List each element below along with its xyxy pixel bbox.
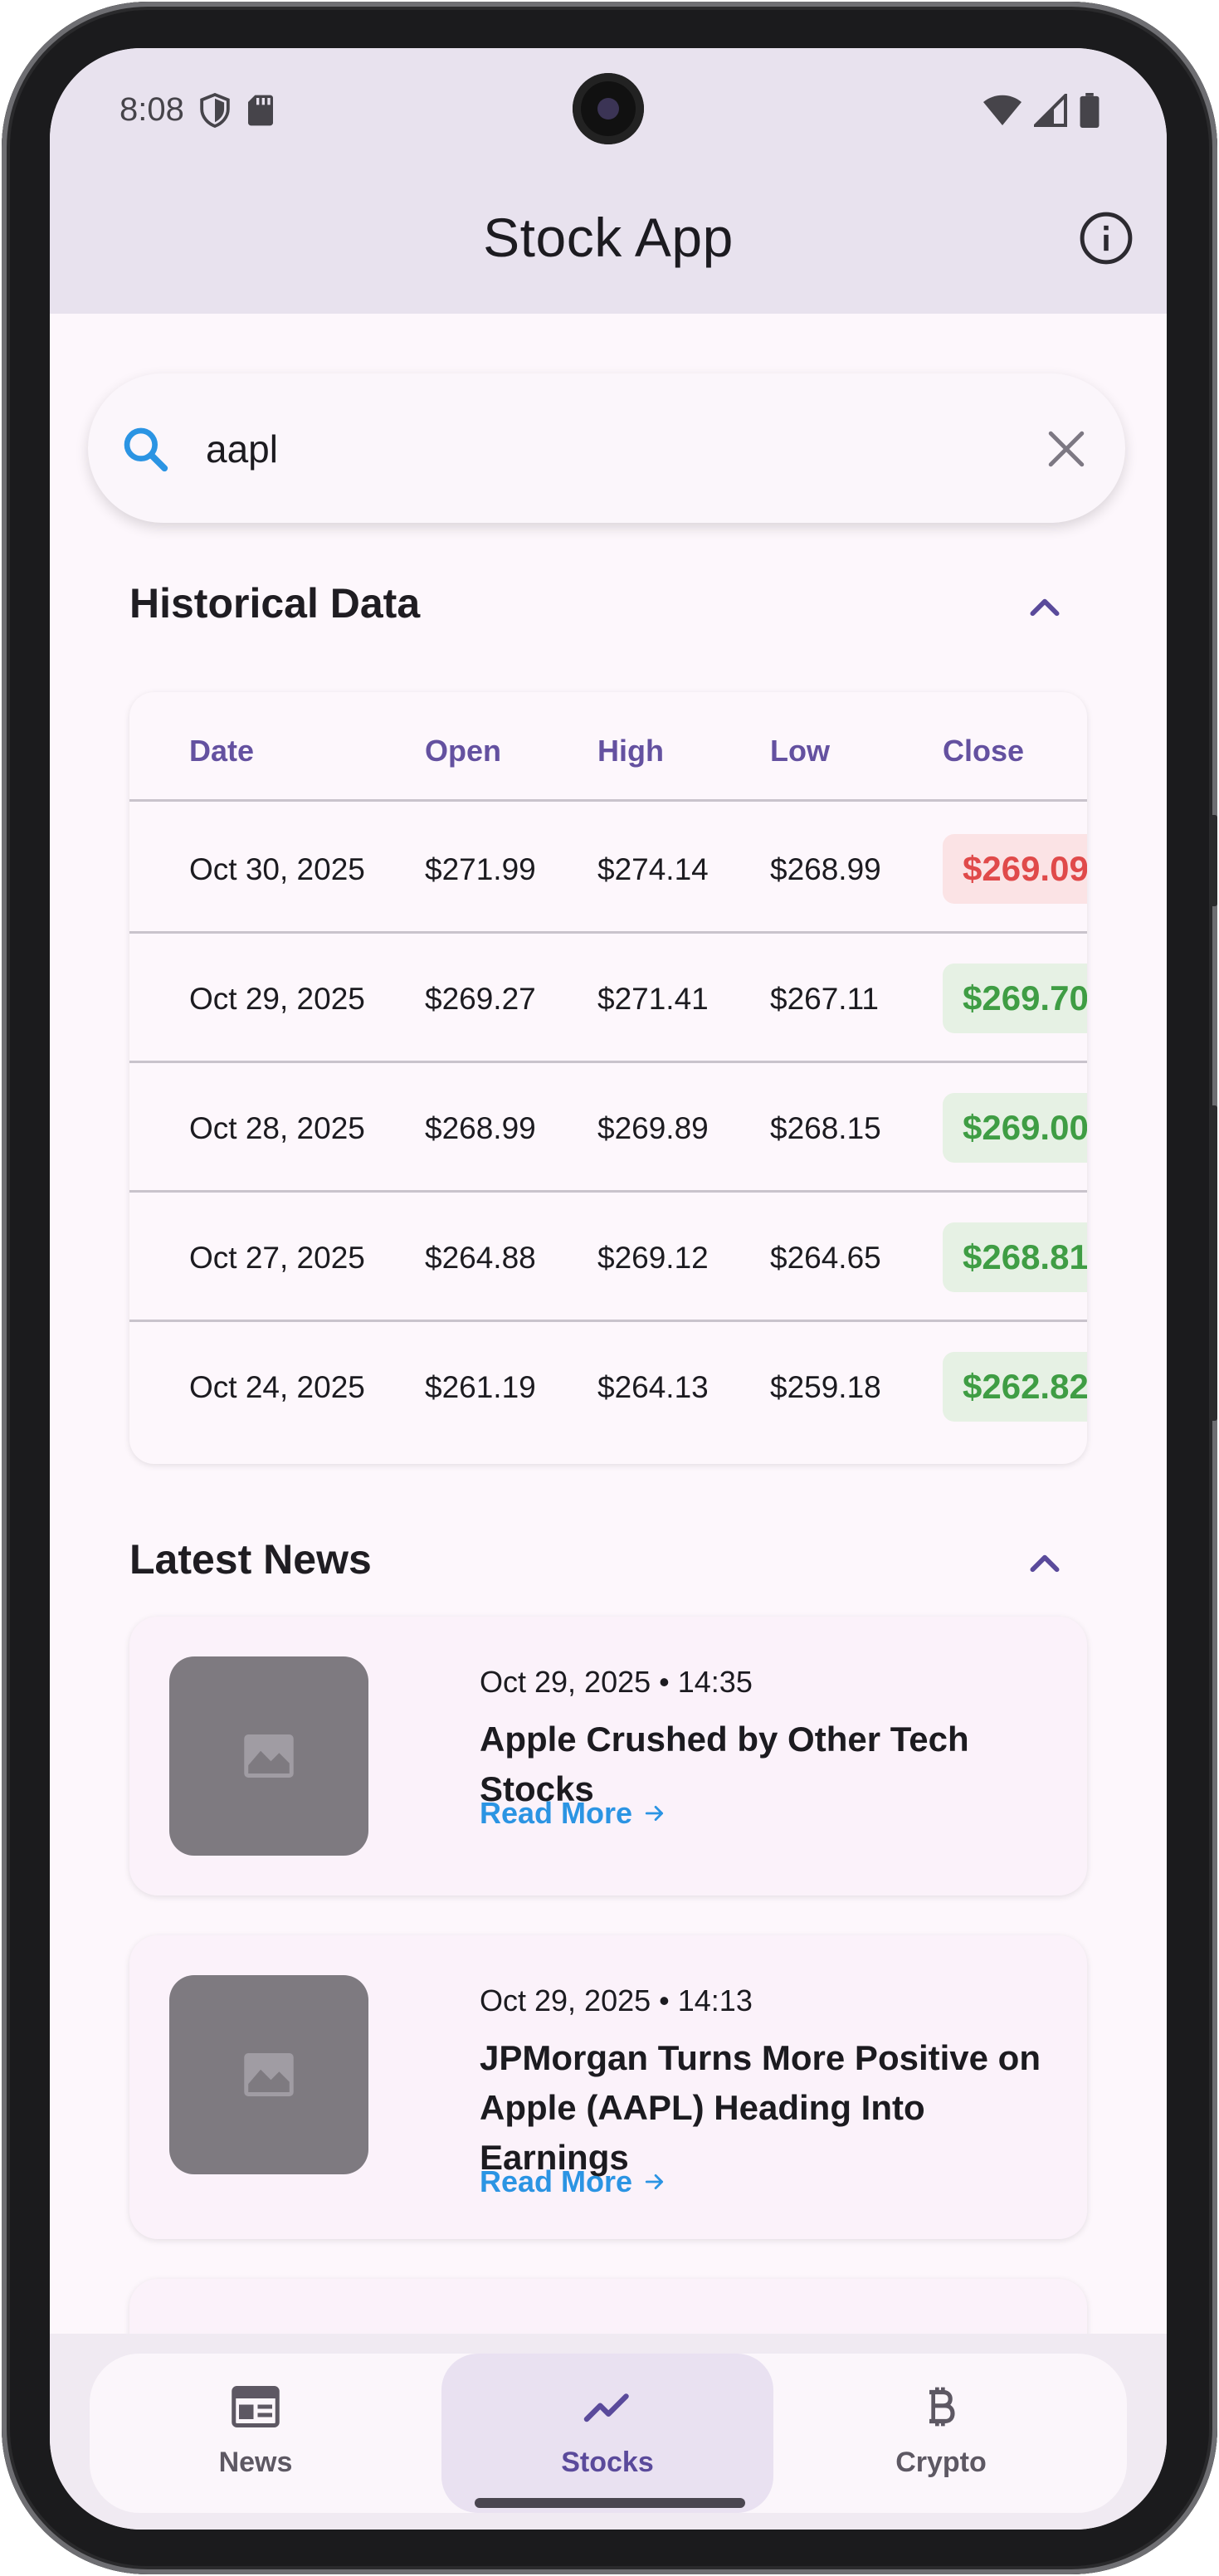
collapse-historical-icon[interactable] bbox=[1024, 588, 1065, 629]
cell-open: $271.99 bbox=[425, 852, 536, 886]
battery-icon bbox=[1080, 93, 1100, 128]
table-row: Oct 28, 2025 $268.99 $269.89 $268.15 $26… bbox=[129, 1063, 1087, 1193]
table-header: Date Open High Low Close bbox=[129, 692, 1087, 802]
news-title: Latest News bbox=[129, 1536, 372, 1583]
cell-open: $261.19 bbox=[425, 1370, 536, 1404]
search-bar bbox=[88, 373, 1125, 523]
status-time: 8:08 bbox=[119, 91, 184, 128]
cell-low: $267.11 bbox=[770, 982, 879, 1016]
wifi-icon bbox=[983, 95, 1022, 125]
cell-close-badge: $269.70 bbox=[943, 964, 1087, 1033]
cell-high: $271.41 bbox=[597, 982, 709, 1016]
news-date: Oct 29, 2025 • 14:35 bbox=[480, 1665, 753, 1699]
cell-close-badge: $268.81 bbox=[943, 1222, 1087, 1292]
cell-high: $269.89 bbox=[597, 1111, 709, 1145]
column-header-open[interactable]: Open bbox=[425, 734, 501, 768]
front-camera bbox=[573, 73, 644, 144]
app-screen: 8:08 Stock App aapl Historical Data Date… bbox=[50, 48, 1167, 2530]
read-more-label: Read More bbox=[480, 2164, 633, 2198]
news-headline: JPMorgan Turns More Positive on Apple (A… bbox=[480, 2038, 1041, 2177]
cell-high: $264.13 bbox=[597, 1370, 709, 1404]
nav-item-news[interactable]: News bbox=[90, 2354, 422, 2513]
shield-icon bbox=[200, 93, 230, 128]
historical-table: Date Open High Low Close Oct 30, 2025 $2… bbox=[129, 692, 1087, 1464]
status-icons-left bbox=[199, 93, 275, 128]
phone-frame: 8:08 Stock App aapl Historical Data Date… bbox=[2, 2, 1217, 2574]
read-more-link[interactable]: Read More bbox=[480, 2164, 666, 2199]
arrow-right-icon bbox=[645, 2174, 664, 2189]
cell-high: $274.14 bbox=[597, 852, 709, 886]
home-indicator[interactable] bbox=[475, 2498, 745, 2508]
nav-label-crypto: Crypto bbox=[895, 2447, 987, 2478]
column-header-date[interactable]: Date bbox=[189, 734, 254, 768]
nav-item-crypto[interactable]: Crypto bbox=[775, 2354, 1107, 2513]
nav-item-stocks[interactable]: Stocks bbox=[441, 2354, 773, 2513]
read-more-label: Read More bbox=[480, 1796, 633, 1830]
column-header-close[interactable]: Close bbox=[943, 734, 1024, 768]
read-more-link[interactable]: Read More bbox=[480, 1796, 666, 1831]
cell-date: Oct 30, 2025 bbox=[189, 852, 365, 886]
search-icon bbox=[124, 427, 168, 472]
news-thumbnail bbox=[169, 1656, 368, 1856]
nav-label-stocks: Stocks bbox=[561, 2447, 654, 2478]
collapse-news-icon[interactable] bbox=[1024, 1544, 1065, 1585]
table-row: Oct 27, 2025 $264.88 $269.12 $264.65 $26… bbox=[129, 1193, 1087, 1322]
cell-date: Oct 24, 2025 bbox=[189, 1370, 365, 1404]
volume-button bbox=[1209, 1105, 1217, 1421]
trending-up-icon bbox=[583, 2393, 629, 2422]
status-icons-right bbox=[983, 93, 1100, 128]
app-bar: 8:08 Stock App bbox=[50, 48, 1167, 314]
sd-card-icon bbox=[248, 95, 273, 126]
bottom-nav: News Stocks Crypto bbox=[90, 2354, 1127, 2513]
cell-high: $269.12 bbox=[597, 1241, 709, 1275]
table-row: Oct 29, 2025 $269.27 $271.41 $267.11 $26… bbox=[129, 934, 1087, 1063]
info-icon[interactable] bbox=[1079, 211, 1134, 266]
bitcoin-icon bbox=[929, 2387, 955, 2427]
historical-title: Historical Data bbox=[129, 580, 421, 627]
image-placeholder-icon bbox=[244, 2053, 294, 2096]
news-card[interactable]: Oct 29, 2025 • 14:13 JPMorgan Turns More… bbox=[129, 1935, 1087, 2239]
news-thumbnail bbox=[169, 1975, 368, 2174]
image-placeholder-icon bbox=[244, 1734, 294, 1778]
cell-open: $269.27 bbox=[425, 982, 536, 1016]
page-title: Stock App bbox=[483, 207, 734, 268]
cell-date: Oct 27, 2025 bbox=[189, 1241, 365, 1275]
cell-open: $268.99 bbox=[425, 1111, 536, 1145]
cell-low: $268.99 bbox=[770, 852, 881, 886]
side-button bbox=[1209, 815, 1217, 906]
signal-icon bbox=[1034, 94, 1067, 127]
cell-close-badge: $269.00 bbox=[943, 1093, 1087, 1163]
column-header-low[interactable]: Low bbox=[770, 734, 830, 768]
column-header-high[interactable]: High bbox=[597, 734, 664, 768]
arrow-right-icon bbox=[645, 1806, 664, 1821]
cell-close-badge: $262.82 bbox=[943, 1352, 1087, 1422]
search-input[interactable] bbox=[206, 420, 953, 478]
cell-low: $259.18 bbox=[770, 1370, 881, 1404]
news-card[interactable]: Oct 29, 2025 • 14:35 Apple Crushed by Ot… bbox=[129, 1617, 1087, 1895]
nav-label-news: News bbox=[218, 2447, 293, 2478]
table-row: Oct 30, 2025 $271.99 $274.14 $268.99 $26… bbox=[129, 804, 1087, 934]
cell-date: Oct 29, 2025 bbox=[189, 982, 365, 1016]
cell-open: $264.88 bbox=[425, 1241, 536, 1275]
cell-date: Oct 28, 2025 bbox=[189, 1111, 365, 1145]
newspaper-icon bbox=[232, 2386, 280, 2427]
cell-low: $268.15 bbox=[770, 1111, 881, 1145]
cell-low: $264.65 bbox=[770, 1241, 881, 1275]
news-date: Oct 29, 2025 • 14:13 bbox=[480, 1983, 753, 2017]
clear-icon[interactable] bbox=[1046, 428, 1087, 470]
cell-close-badge: $269.09 bbox=[943, 834, 1087, 904]
table-row: Oct 24, 2025 $261.19 $264.13 $259.18 $26… bbox=[129, 1322, 1087, 1451]
